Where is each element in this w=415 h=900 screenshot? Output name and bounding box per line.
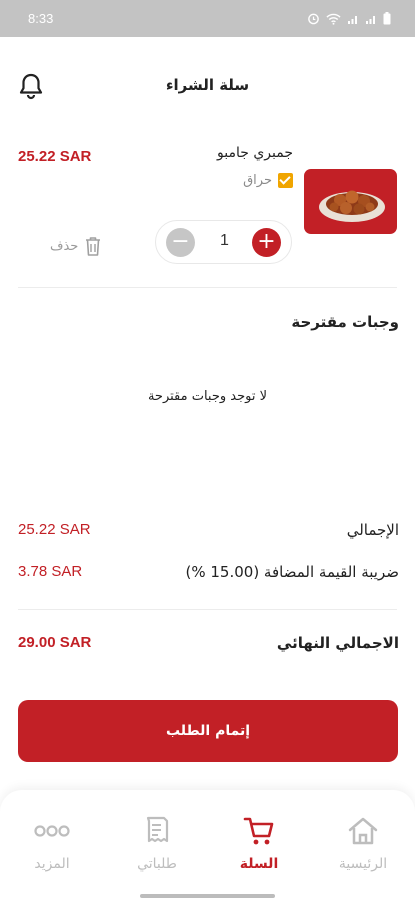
wifi-icon	[326, 13, 341, 25]
total-value: 29.00 SAR	[18, 634, 92, 651]
status-icons	[307, 12, 391, 25]
delete-item-button[interactable]: حذف	[50, 235, 102, 257]
quantity-stepper: − 1 +	[155, 220, 292, 264]
vat-value: 3.78 SAR	[18, 563, 83, 580]
status-time: 8:33	[28, 11, 54, 26]
bottom-nav: الرئيسية السلة طلباتي المزيد	[0, 790, 415, 900]
option-label: حراق	[243, 173, 272, 188]
product-option[interactable]: حراق	[243, 173, 293, 188]
checkout-button[interactable]: إتمام الطلب	[18, 700, 398, 762]
home-indicator	[140, 894, 275, 898]
product-price: 25.22 SAR	[18, 148, 92, 165]
divider	[18, 609, 397, 610]
option-checkbox[interactable]	[278, 173, 293, 188]
cart-icon	[243, 817, 274, 845]
increase-quantity-button[interactable]: +	[252, 228, 281, 257]
trash-icon	[86, 237, 101, 256]
receipt-icon	[146, 816, 169, 843]
product-image[interactable]	[304, 169, 397, 234]
signal-icon	[348, 15, 357, 24]
subtotal-value: 25.22 SAR	[18, 521, 91, 538]
suggested-meals-title: وجبات مقترحة	[291, 313, 399, 331]
divider	[18, 287, 397, 288]
battery-icon	[383, 12, 391, 25]
status-bar: 8:33	[0, 0, 415, 37]
subtotal-label: الإجمالي	[346, 521, 399, 539]
delete-label: حذف	[50, 238, 79, 254]
nav-item-cart[interactable]: السلة	[214, 814, 304, 872]
nav-label-home: الرئيسية	[338, 856, 388, 872]
suggested-empty-message: لا توجد وجبات مقترحة	[147, 389, 268, 404]
home-icon	[348, 817, 378, 845]
total-label: الاجمالي النهائي	[276, 634, 399, 652]
more-icon	[34, 825, 70, 837]
vat-label: ضريبة القيمة المضافة (15.00 %)	[185, 563, 399, 581]
product-name: جمبري جامبو	[217, 145, 293, 161]
nav-item-orders[interactable]: طلباتي	[112, 814, 202, 872]
nav-item-home[interactable]: الرئيسية	[318, 814, 408, 872]
nav-label-more: المزيد	[34, 856, 70, 872]
nav-label-orders: طلباتي	[137, 856, 177, 872]
nav-item-more[interactable]: المزيد	[7, 814, 97, 872]
alarm-icon	[308, 13, 319, 25]
page-title: سلة الشراء	[165, 76, 250, 94]
nav-label-cart: السلة	[239, 856, 279, 872]
signal-icon	[366, 15, 375, 24]
